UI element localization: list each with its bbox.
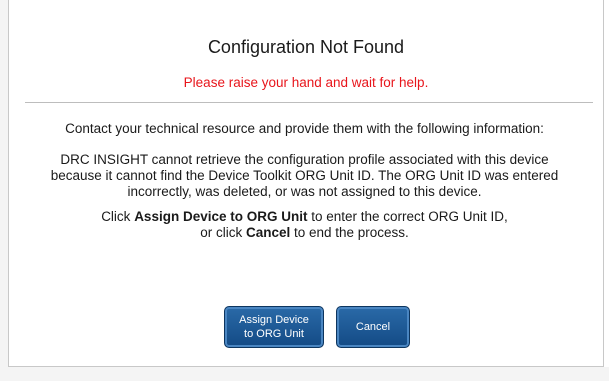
window-left-edge — [0, 0, 8, 381]
window-bottom-strip — [0, 367, 609, 381]
help-message: Please raise your hand and wait for help… — [183, 75, 429, 90]
instruction-text: to end the process. — [290, 225, 409, 240]
cancel-button[interactable]: Cancel — [336, 306, 410, 348]
instruction-text: or click — [200, 225, 246, 240]
contact-instructions: Contact your technical resource and prov… — [65, 121, 544, 136]
dialog-window: Configuration Not Found Please raise you… — [0, 0, 609, 381]
action-instructions: Click Assign Device to ORG Unit to enter… — [40, 209, 569, 241]
assign-reference: Assign Device to ORG Unit — [134, 209, 308, 224]
assign-device-button[interactable]: Assign Device to ORG Unit — [224, 306, 324, 348]
dialog-right-border — [603, 0, 604, 381]
cancel-reference: Cancel — [245, 225, 291, 240]
instruction-text: to enter the correct ORG Unit ID, — [307, 209, 508, 224]
cancel-button-label: Cancel — [355, 321, 391, 333]
dialog-title: Configuration Not Found — [207, 37, 405, 57]
error-description: DRC INSIGHT cannot retrieve the configur… — [50, 152, 559, 199]
divider — [25, 102, 593, 103]
instruction-text: Click — [101, 209, 135, 224]
assign-device-button-label: Assign Device to ORG Unit — [239, 314, 309, 340]
